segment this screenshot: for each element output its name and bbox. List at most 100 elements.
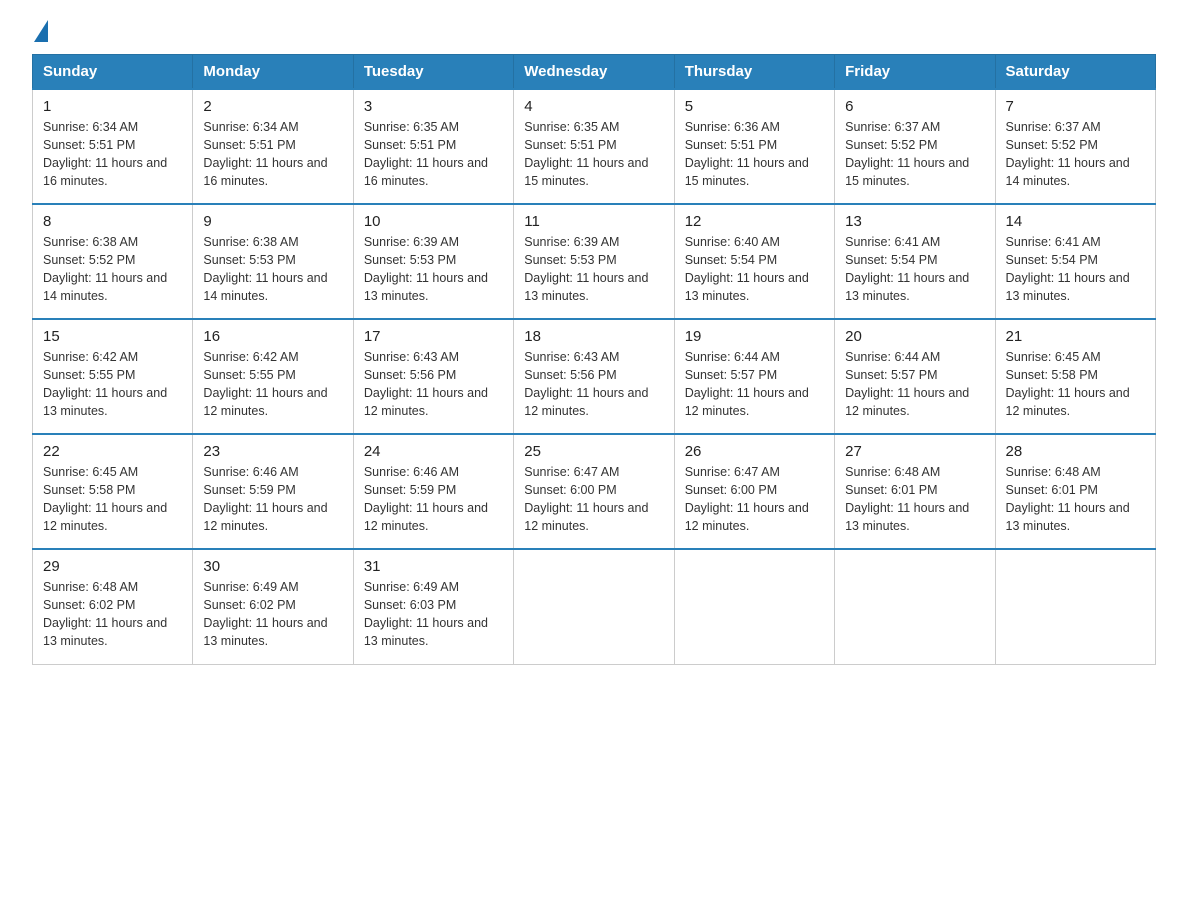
- calendar-day-cell: 23 Sunrise: 6:46 AM Sunset: 5:59 PM Dayl…: [193, 434, 353, 549]
- calendar-day-cell: 14 Sunrise: 6:41 AM Sunset: 5:54 PM Dayl…: [995, 204, 1155, 319]
- calendar-day-cell: 30 Sunrise: 6:49 AM Sunset: 6:02 PM Dayl…: [193, 549, 353, 664]
- day-info: Sunrise: 6:46 AM Sunset: 5:59 PM Dayligh…: [203, 463, 342, 536]
- day-info: Sunrise: 6:49 AM Sunset: 6:03 PM Dayligh…: [364, 578, 503, 651]
- day-info: Sunrise: 6:41 AM Sunset: 5:54 PM Dayligh…: [845, 233, 984, 306]
- day-number: 18: [524, 328, 663, 345]
- calendar-day-cell: 26 Sunrise: 6:47 AM Sunset: 6:00 PM Dayl…: [674, 434, 834, 549]
- calendar-day-cell: [674, 549, 834, 664]
- day-info: Sunrise: 6:43 AM Sunset: 5:56 PM Dayligh…: [364, 348, 503, 421]
- calendar-day-cell: 19 Sunrise: 6:44 AM Sunset: 5:57 PM Dayl…: [674, 319, 834, 434]
- calendar-day-cell: 10 Sunrise: 6:39 AM Sunset: 5:53 PM Dayl…: [353, 204, 513, 319]
- day-number: 3: [364, 98, 503, 115]
- day-number: 10: [364, 213, 503, 230]
- weekday-header: Tuesday: [353, 55, 513, 90]
- day-info: Sunrise: 6:44 AM Sunset: 5:57 PM Dayligh…: [845, 348, 984, 421]
- calendar-day-cell: 22 Sunrise: 6:45 AM Sunset: 5:58 PM Dayl…: [33, 434, 193, 549]
- day-info: Sunrise: 6:34 AM Sunset: 5:51 PM Dayligh…: [203, 118, 342, 191]
- weekday-header: Monday: [193, 55, 353, 90]
- day-info: Sunrise: 6:47 AM Sunset: 6:00 PM Dayligh…: [524, 463, 663, 536]
- calendar-day-cell: [835, 549, 995, 664]
- calendar-day-cell: 17 Sunrise: 6:43 AM Sunset: 5:56 PM Dayl…: [353, 319, 513, 434]
- day-info: Sunrise: 6:43 AM Sunset: 5:56 PM Dayligh…: [524, 348, 663, 421]
- day-number: 1: [43, 98, 182, 115]
- day-info: Sunrise: 6:40 AM Sunset: 5:54 PM Dayligh…: [685, 233, 824, 306]
- day-number: 22: [43, 443, 182, 460]
- day-number: 30: [203, 558, 342, 575]
- day-number: 29: [43, 558, 182, 575]
- day-number: 13: [845, 213, 984, 230]
- calendar-week-row: 22 Sunrise: 6:45 AM Sunset: 5:58 PM Dayl…: [33, 434, 1156, 549]
- day-info: Sunrise: 6:47 AM Sunset: 6:00 PM Dayligh…: [685, 463, 824, 536]
- day-info: Sunrise: 6:39 AM Sunset: 5:53 PM Dayligh…: [524, 233, 663, 306]
- calendar-day-cell: 20 Sunrise: 6:44 AM Sunset: 5:57 PM Dayl…: [835, 319, 995, 434]
- calendar-week-row: 1 Sunrise: 6:34 AM Sunset: 5:51 PM Dayli…: [33, 89, 1156, 204]
- day-number: 19: [685, 328, 824, 345]
- calendar-day-cell: 6 Sunrise: 6:37 AM Sunset: 5:52 PM Dayli…: [835, 89, 995, 204]
- calendar-day-cell: 25 Sunrise: 6:47 AM Sunset: 6:00 PM Dayl…: [514, 434, 674, 549]
- weekday-header: Sunday: [33, 55, 193, 90]
- day-info: Sunrise: 6:39 AM Sunset: 5:53 PM Dayligh…: [364, 233, 503, 306]
- calendar-day-cell: 12 Sunrise: 6:40 AM Sunset: 5:54 PM Dayl…: [674, 204, 834, 319]
- day-info: Sunrise: 6:48 AM Sunset: 6:02 PM Dayligh…: [43, 578, 182, 651]
- calendar-day-cell: 24 Sunrise: 6:46 AM Sunset: 5:59 PM Dayl…: [353, 434, 513, 549]
- calendar-week-row: 15 Sunrise: 6:42 AM Sunset: 5:55 PM Dayl…: [33, 319, 1156, 434]
- calendar-day-cell: 5 Sunrise: 6:36 AM Sunset: 5:51 PM Dayli…: [674, 89, 834, 204]
- day-info: Sunrise: 6:49 AM Sunset: 6:02 PM Dayligh…: [203, 578, 342, 651]
- day-info: Sunrise: 6:48 AM Sunset: 6:01 PM Dayligh…: [845, 463, 984, 536]
- day-info: Sunrise: 6:48 AM Sunset: 6:01 PM Dayligh…: [1006, 463, 1145, 536]
- day-number: 9: [203, 213, 342, 230]
- logo: [32, 24, 48, 36]
- calendar-day-cell: 28 Sunrise: 6:48 AM Sunset: 6:01 PM Dayl…: [995, 434, 1155, 549]
- day-number: 17: [364, 328, 503, 345]
- day-info: Sunrise: 6:45 AM Sunset: 5:58 PM Dayligh…: [43, 463, 182, 536]
- day-number: 21: [1006, 328, 1145, 345]
- day-number: 5: [685, 98, 824, 115]
- calendar-day-cell: 16 Sunrise: 6:42 AM Sunset: 5:55 PM Dayl…: [193, 319, 353, 434]
- day-number: 2: [203, 98, 342, 115]
- day-number: 16: [203, 328, 342, 345]
- weekday-header: Thursday: [674, 55, 834, 90]
- calendar-week-row: 29 Sunrise: 6:48 AM Sunset: 6:02 PM Dayl…: [33, 549, 1156, 664]
- calendar-day-cell: 31 Sunrise: 6:49 AM Sunset: 6:03 PM Dayl…: [353, 549, 513, 664]
- calendar-week-row: 8 Sunrise: 6:38 AM Sunset: 5:52 PM Dayli…: [33, 204, 1156, 319]
- calendar-day-cell: [995, 549, 1155, 664]
- page-header: [32, 24, 1156, 36]
- day-number: 12: [685, 213, 824, 230]
- day-number: 7: [1006, 98, 1145, 115]
- day-info: Sunrise: 6:34 AM Sunset: 5:51 PM Dayligh…: [43, 118, 182, 191]
- calendar-day-cell: 29 Sunrise: 6:48 AM Sunset: 6:02 PM Dayl…: [33, 549, 193, 664]
- day-number: 11: [524, 213, 663, 230]
- calendar-day-cell: 1 Sunrise: 6:34 AM Sunset: 5:51 PM Dayli…: [33, 89, 193, 204]
- calendar-day-cell: 21 Sunrise: 6:45 AM Sunset: 5:58 PM Dayl…: [995, 319, 1155, 434]
- day-number: 31: [364, 558, 503, 575]
- day-info: Sunrise: 6:41 AM Sunset: 5:54 PM Dayligh…: [1006, 233, 1145, 306]
- calendar-day-cell: 3 Sunrise: 6:35 AM Sunset: 5:51 PM Dayli…: [353, 89, 513, 204]
- day-info: Sunrise: 6:45 AM Sunset: 5:58 PM Dayligh…: [1006, 348, 1145, 421]
- calendar-day-cell: [514, 549, 674, 664]
- day-number: 23: [203, 443, 342, 460]
- calendar-day-cell: 27 Sunrise: 6:48 AM Sunset: 6:01 PM Dayl…: [835, 434, 995, 549]
- calendar-day-cell: 15 Sunrise: 6:42 AM Sunset: 5:55 PM Dayl…: [33, 319, 193, 434]
- day-info: Sunrise: 6:38 AM Sunset: 5:53 PM Dayligh…: [203, 233, 342, 306]
- day-info: Sunrise: 6:42 AM Sunset: 5:55 PM Dayligh…: [203, 348, 342, 421]
- calendar-day-cell: 11 Sunrise: 6:39 AM Sunset: 5:53 PM Dayl…: [514, 204, 674, 319]
- day-number: 26: [685, 443, 824, 460]
- day-info: Sunrise: 6:35 AM Sunset: 5:51 PM Dayligh…: [364, 118, 503, 191]
- day-number: 28: [1006, 443, 1145, 460]
- calendar-day-cell: 7 Sunrise: 6:37 AM Sunset: 5:52 PM Dayli…: [995, 89, 1155, 204]
- day-info: Sunrise: 6:46 AM Sunset: 5:59 PM Dayligh…: [364, 463, 503, 536]
- day-number: 4: [524, 98, 663, 115]
- calendar-day-cell: 18 Sunrise: 6:43 AM Sunset: 5:56 PM Dayl…: [514, 319, 674, 434]
- day-number: 27: [845, 443, 984, 460]
- day-number: 25: [524, 443, 663, 460]
- day-info: Sunrise: 6:35 AM Sunset: 5:51 PM Dayligh…: [524, 118, 663, 191]
- day-number: 6: [845, 98, 984, 115]
- day-number: 20: [845, 328, 984, 345]
- calendar-day-cell: 9 Sunrise: 6:38 AM Sunset: 5:53 PM Dayli…: [193, 204, 353, 319]
- logo-triangle-icon: [34, 20, 48, 42]
- day-number: 15: [43, 328, 182, 345]
- weekday-header: Wednesday: [514, 55, 674, 90]
- calendar-day-cell: 4 Sunrise: 6:35 AM Sunset: 5:51 PM Dayli…: [514, 89, 674, 204]
- calendar-day-cell: 2 Sunrise: 6:34 AM Sunset: 5:51 PM Dayli…: [193, 89, 353, 204]
- calendar-day-cell: 13 Sunrise: 6:41 AM Sunset: 5:54 PM Dayl…: [835, 204, 995, 319]
